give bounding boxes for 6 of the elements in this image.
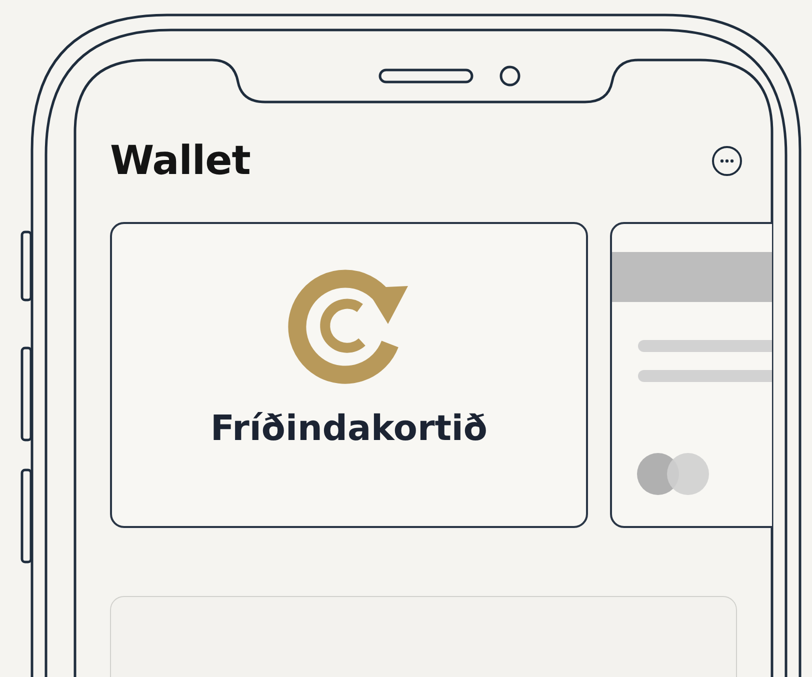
loyalty-card[interactable]: Fríðindakortið: [110, 222, 588, 528]
page-title: Wallet: [110, 138, 250, 184]
payment-card[interactable]: [610, 222, 772, 528]
card-name: Fríðindakortið: [210, 409, 488, 449]
more-icon: [720, 159, 734, 163]
more-button[interactable]: [712, 146, 742, 176]
